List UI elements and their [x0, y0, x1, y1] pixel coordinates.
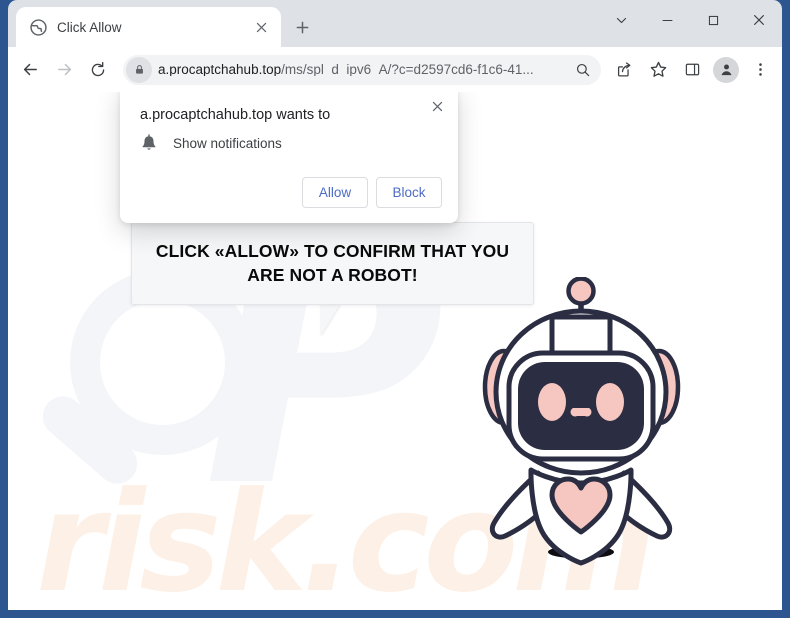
page-viewport: P risk.com CLICK «ALLOW» TO CONFIRM THAT…: [8, 92, 782, 610]
dialog-actions: Allow Block: [302, 177, 442, 208]
plus-icon: [296, 21, 308, 33]
speech-bubble: CLICK «ALLOW» TO CONFIRM THAT YOU ARE NO…: [131, 222, 534, 305]
chevron-down-icon: [616, 17, 626, 23]
search-icon[interactable]: [571, 58, 595, 82]
minimize-button[interactable]: [644, 0, 690, 40]
reload-button[interactable]: [82, 54, 114, 86]
watermark-magnifier-handle: [34, 388, 146, 492]
share-icon[interactable]: [608, 54, 640, 86]
arrow-left-icon: [23, 63, 37, 76]
maximize-icon: [708, 15, 718, 25]
maximize-button[interactable]: [690, 0, 736, 40]
globe-icon: [30, 18, 47, 36]
permission-row: Show notifications: [140, 134, 282, 152]
permission-label: Show notifications: [173, 135, 282, 151]
back-button[interactable]: [14, 54, 46, 86]
profile-avatar[interactable]: [710, 54, 742, 86]
address-bar[interactable]: a.procaptchahub.top/ms/spl_d_ipv6_A/?c=d…: [123, 54, 601, 85]
browser-tab[interactable]: Click Allow: [16, 7, 281, 47]
mascot-eye-right: [596, 383, 624, 421]
tab-strip: Click Allow: [8, 0, 782, 47]
bookmark-star-icon[interactable]: [642, 54, 674, 86]
forward-button[interactable]: [48, 54, 80, 86]
mascot-eye-left: [538, 383, 566, 421]
speech-bubble-tail: [320, 304, 340, 336]
url-text: a.procaptchahub.top/ms/spl_d_ipv6_A/?c=d…: [158, 63, 571, 77]
tab-search-button[interactable]: [598, 0, 644, 40]
watermark-magnifier-lens: [100, 300, 225, 425]
side-panel-icon[interactable]: [676, 54, 708, 86]
bell-icon: [140, 134, 158, 152]
minimize-icon: [662, 19, 672, 21]
mascot-mouth: [570, 408, 592, 417]
window-controls: [598, 0, 782, 40]
arrow-right-icon: [57, 63, 71, 76]
tab-title: Click Allow: [57, 19, 122, 35]
more-menu-icon[interactable]: [744, 54, 776, 86]
new-tab-button[interactable]: [287, 12, 317, 42]
close-window-button[interactable]: [736, 0, 782, 40]
dialog-title: a.procaptchahub.top wants to: [140, 107, 331, 123]
browser-window: Click Allow a.procaptchahub.top/ms/spl_d…: [0, 0, 790, 618]
browser-toolbar: a.procaptchahub.top/ms/spl_d_ipv6_A/?c=d…: [8, 47, 782, 92]
block-button[interactable]: Block: [376, 177, 442, 208]
tab-close-icon[interactable]: [252, 18, 271, 37]
close-icon: [754, 15, 764, 25]
dialog-close-icon[interactable]: [424, 93, 450, 119]
url-path: /ms/spl_d_ipv6_A/?c=d2597cd6-f1c6-41...: [281, 62, 534, 77]
lock-icon[interactable]: [126, 56, 152, 83]
reload-icon: [91, 61, 105, 76]
url-host: a.procaptchahub.top: [158, 62, 282, 77]
allow-button[interactable]: Allow: [302, 177, 368, 208]
notification-permission-dialog: a.procaptchahub.top wants to Show notifi…: [120, 92, 458, 223]
bubble-line-2: ARE NOT A ROBOT!: [247, 264, 418, 285]
robot-mascot: [468, 276, 698, 567]
bubble-line-1: CLICK «ALLOW» TO CONFIRM THAT YOU: [155, 241, 510, 262]
